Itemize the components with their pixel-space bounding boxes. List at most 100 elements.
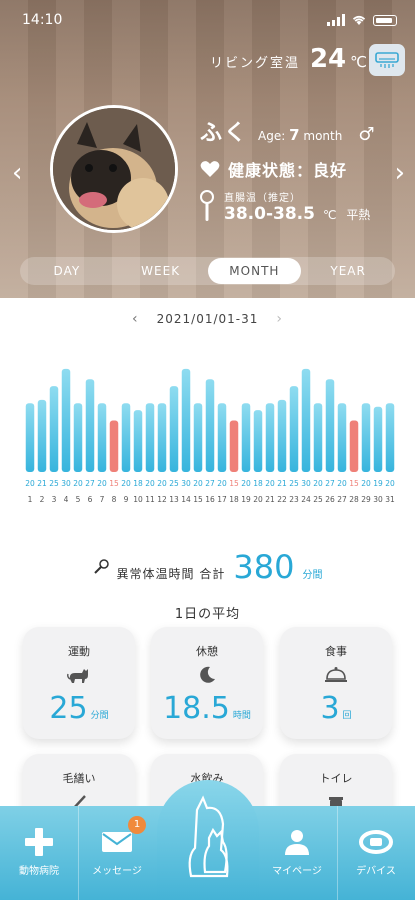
bar-value-label: 20 [337, 479, 347, 488]
bar-chart-svg: 2012122533042052762071582091810201120122… [25, 368, 395, 504]
bar-value-label: 20 [157, 479, 167, 488]
chart-bar[interactable] [301, 368, 311, 472]
bar-value-label: 20 [241, 479, 251, 488]
chart-bar[interactable] [289, 386, 299, 472]
card-rest-title: 休憩 [196, 645, 218, 658]
day-tick-label: 1 [28, 495, 33, 504]
card-exercise[interactable]: 運動 25 分間 [23, 627, 135, 739]
chart-bar[interactable] [217, 403, 227, 472]
card-rest[interactable]: 休憩 18.5 時間 [151, 627, 263, 739]
bar-value-label: 20 [265, 479, 275, 488]
chart-bar[interactable] [205, 379, 215, 472]
bar-value-label: 20 [25, 479, 35, 488]
air-conditioner-button[interactable] [369, 44, 405, 76]
nav-device[interactable]: デバイス [337, 806, 415, 900]
bar-value-label: 20 [217, 479, 227, 488]
day-tick-label: 19 [241, 495, 251, 504]
chart-bar[interactable] [265, 403, 275, 472]
chart-bar[interactable] [193, 403, 203, 472]
chart-bar[interactable] [109, 420, 119, 472]
day-tick-label: 12 [157, 495, 167, 504]
bar-value-label: 27 [205, 479, 215, 488]
card-meal[interactable]: 食事 3回 [280, 627, 392, 739]
bar-value-label: 18 [133, 479, 143, 488]
day-tick-label: 4 [64, 495, 69, 504]
bar-value-label: 20 [361, 479, 371, 488]
bar-value-label: 30 [301, 479, 311, 488]
pet-avatar[interactable] [50, 105, 178, 233]
nav-message-label: メッセージ [92, 866, 142, 877]
health-status: 健康状態：良好 [228, 161, 348, 180]
day-tick-label: 27 [337, 495, 347, 504]
card-meal-title: 食事 [325, 645, 347, 658]
next-pet-button[interactable]: › [395, 158, 405, 188]
nav-home-button[interactable] [157, 780, 259, 900]
date-navigator: ‹ 2021/01/01-31 › [0, 311, 415, 327]
chart-bar[interactable] [49, 386, 59, 472]
user-icon [285, 830, 309, 855]
chart-bar[interactable] [325, 379, 335, 472]
chart-bar[interactable] [37, 399, 47, 472]
chart-bar[interactable] [61, 368, 71, 472]
day-tick-label: 3 [52, 495, 57, 504]
chart-bar[interactable] [385, 403, 395, 472]
card-exercise-value: 25 分間 [49, 691, 109, 726]
dog-photo [53, 108, 175, 230]
monthly-bar-chart: 20 1 21 2 25 3 30 4 20 5 27 6 20 7 15 8 20 9 18 10 20 11 20 12 2… [24, 362, 396, 512]
bar-value-label: 20 [121, 479, 131, 488]
chart-bar[interactable] [349, 420, 359, 472]
chart-bar[interactable] [253, 410, 263, 472]
tab-day[interactable]: DAY [20, 257, 114, 285]
moon-icon [200, 666, 215, 683]
chart-bar[interactable] [373, 406, 383, 472]
wifi-icon [352, 15, 366, 25]
bar-value-label: 20 [313, 479, 323, 488]
chart-bar[interactable] [361, 403, 371, 472]
abnormal-temp-unit: 分間 [302, 570, 323, 581]
bar-value-label: 15 [109, 479, 119, 488]
chart-bar[interactable] [85, 379, 95, 472]
bar-value-label: 20 [385, 479, 395, 488]
chart-bar[interactable] [25, 403, 35, 472]
dish-icon [325, 667, 347, 682]
date-range: 2021/01/01-31 [156, 312, 259, 326]
daily-average-title: 1日の平均 [174, 607, 241, 622]
prev-pet-button[interactable]: ‹ [12, 158, 22, 188]
day-tick-label: 2 [40, 495, 45, 504]
period-tabs: DAY WEEK MONTH YEAR [20, 257, 395, 285]
tab-week[interactable]: WEEK [114, 257, 208, 285]
chart-bar[interactable] [97, 403, 107, 472]
nav-message[interactable]: 1 メッセージ [78, 806, 156, 900]
chart-bar[interactable] [169, 386, 179, 472]
tab-year[interactable]: YEAR [301, 257, 395, 285]
nav-hospital[interactable]: 動物病院 [0, 806, 78, 900]
chart-bar[interactable] [121, 403, 131, 472]
bar-value-label: 20 [73, 479, 83, 488]
thermometer-icon [200, 190, 214, 221]
day-tick-label: 22 [277, 495, 287, 504]
chart-bar[interactable] [157, 403, 167, 472]
heart-icon [200, 161, 220, 177]
chart-bar[interactable] [73, 403, 83, 472]
nav-mypage[interactable]: マイページ [258, 806, 336, 900]
prev-period-button[interactable]: ‹ [132, 311, 139, 327]
day-tick-label: 13 [169, 495, 179, 504]
pet-info: ふく Age: 7 month ♂ 健康状態：良好 直腸温（推定） 38.0-3… [200, 115, 374, 224]
chart-bar[interactable] [145, 403, 155, 472]
day-tick-label: 5 [76, 495, 81, 504]
bar-value-label: 20 [97, 479, 107, 488]
day-tick-label: 29 [361, 495, 371, 504]
bar-value-label: 19 [373, 479, 383, 488]
chart-bar[interactable] [313, 403, 323, 472]
day-tick-label: 11 [145, 495, 155, 504]
chart-bar[interactable] [277, 399, 287, 472]
tab-month[interactable]: MONTH [207, 258, 302, 284]
next-period-button[interactable]: › [276, 311, 283, 327]
chart-bar[interactable] [337, 403, 347, 472]
chart-bar[interactable] [133, 410, 143, 472]
day-tick-label: 8 [112, 495, 117, 504]
chart-bar[interactable] [241, 403, 251, 472]
day-tick-label: 21 [265, 495, 275, 504]
chart-bar[interactable] [181, 368, 191, 472]
chart-bar[interactable] [229, 420, 239, 472]
